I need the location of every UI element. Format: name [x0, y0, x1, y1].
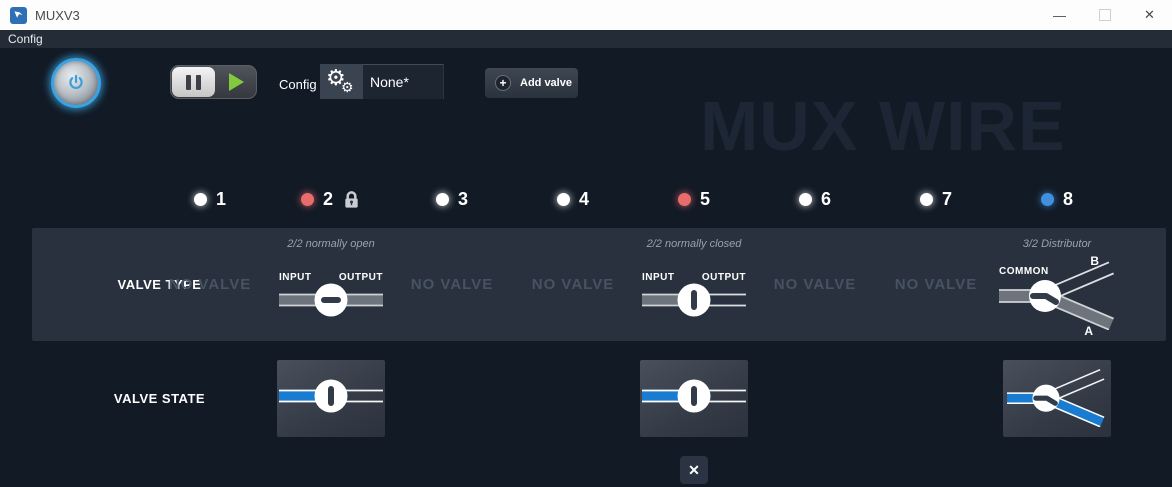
titlebar: MUXV3 — ✕	[0, 0, 1172, 30]
valve-state-diagram-icon	[279, 376, 383, 421]
channel-6-number: 6	[821, 189, 831, 210]
pause-icon[interactable]	[172, 67, 215, 97]
valve-state-row-label: VALVE STATE	[52, 360, 267, 437]
channel-7-selector[interactable]: 7	[876, 184, 996, 214]
valve-type-cell-5[interactable]: 2/2 normally closed INPUT OUTPUT	[634, 228, 754, 341]
valve-type-name: 2/2 normally open	[271, 238, 391, 250]
valve-state-tile-2[interactable]	[277, 360, 385, 437]
valve-state-diagram-icon	[1007, 366, 1107, 432]
valve-type-cell-7[interactable]: NO VALVE	[876, 228, 996, 341]
play-icon[interactable]	[229, 73, 244, 91]
plus-icon: +	[495, 75, 511, 91]
no-valve-label: NO VALVE	[392, 228, 512, 341]
channel-2-number: 2	[323, 189, 333, 210]
config-select[interactable]: None*	[363, 64, 444, 99]
valve-2-2-diagram-icon	[642, 280, 746, 325]
channel-5-indicator[interactable]	[678, 193, 691, 206]
menubar: Config	[0, 30, 1172, 48]
valve-type-cell-4[interactable]: NO VALVE	[513, 228, 633, 341]
channel-4-number: 4	[579, 189, 589, 210]
channel-1-indicator[interactable]	[194, 193, 207, 206]
valve-type-row: VALVE TYPE NO VALVE2/2 normally open INP…	[32, 228, 1166, 341]
channel-1-number: 1	[216, 189, 226, 210]
power-button[interactable]	[51, 58, 101, 108]
menu-config[interactable]: Config	[0, 32, 51, 46]
valve-type-name: 2/2 normally closed	[634, 238, 754, 250]
channel-5-selector[interactable]: 5	[634, 184, 754, 214]
no-valve-label: NO VALVE	[150, 228, 270, 341]
valve-type-cell-8[interactable]: 3/2 Distributor COMMON B A	[997, 228, 1117, 341]
channel-2-selector[interactable]: 2	[271, 184, 391, 214]
close-panel-button[interactable]: ✕	[680, 456, 708, 484]
valve-type-cell-2[interactable]: 2/2 normally open INPUT OUTPUT	[271, 228, 391, 341]
config-gear-button[interactable]: ⚙ ⚙	[320, 64, 363, 99]
channel-8-selector[interactable]: 8	[997, 184, 1117, 214]
valve-3-2-diagram-icon	[999, 258, 1117, 335]
lock-icon	[342, 190, 361, 209]
close-window-button[interactable]: ✕	[1127, 0, 1172, 30]
no-valve-label: NO VALVE	[876, 228, 996, 341]
valve-type-cell-6[interactable]: NO VALVE	[755, 228, 875, 341]
channel-8-number: 8	[1063, 189, 1073, 210]
watermark-text: MUX WIRE	[700, 86, 1125, 166]
add-valve-label: Add valve	[520, 77, 572, 89]
run-pause-toggle[interactable]	[170, 65, 257, 99]
channel-6-selector[interactable]: 6	[755, 184, 875, 214]
power-icon	[66, 73, 86, 93]
channel-3-selector[interactable]: 3	[392, 184, 512, 214]
minimize-button[interactable]: —	[1037, 0, 1082, 30]
channel-2-indicator[interactable]	[301, 193, 314, 206]
window-controls: — ✕	[1037, 0, 1172, 30]
no-valve-label: NO VALVE	[755, 228, 875, 341]
valve-type-cell-3[interactable]: NO VALVE	[392, 228, 512, 341]
valve-state-tile-8[interactable]	[1003, 360, 1111, 437]
app-logo-icon	[10, 7, 27, 24]
channel-3-indicator[interactable]	[436, 193, 449, 206]
channel-7-indicator[interactable]	[920, 193, 933, 206]
config-label: Config	[279, 77, 317, 92]
valve-state-tile-5[interactable]	[640, 360, 748, 437]
maximize-icon	[1099, 9, 1111, 21]
app-window: MUXV3 — ✕ Config MUX WIRE Config ⚙ ⚙ Non…	[0, 0, 1172, 487]
channel-6-indicator[interactable]	[799, 193, 812, 206]
window-title: MUXV3	[35, 8, 80, 23]
valve-2-2-diagram-icon	[279, 280, 383, 325]
channel-7-number: 7	[942, 189, 952, 210]
valve-state-diagram-icon	[642, 376, 746, 421]
maximize-button[interactable]	[1082, 0, 1127, 30]
valve-type-cell-1[interactable]: NO VALVE	[150, 228, 270, 341]
valve-type-name: 3/2 Distributor	[997, 238, 1117, 250]
add-valve-button[interactable]: + Add valve	[485, 68, 578, 98]
gear-small-icon: ⚙	[341, 80, 354, 94]
channel-4-selector[interactable]: 4	[513, 184, 633, 214]
channel-1-selector[interactable]: 1	[150, 184, 270, 214]
no-valve-label: NO VALVE	[513, 228, 633, 341]
channel-5-number: 5	[700, 189, 710, 210]
channel-3-number: 3	[458, 189, 468, 210]
channel-8-indicator[interactable]	[1041, 193, 1054, 206]
channel-4-indicator[interactable]	[557, 193, 570, 206]
